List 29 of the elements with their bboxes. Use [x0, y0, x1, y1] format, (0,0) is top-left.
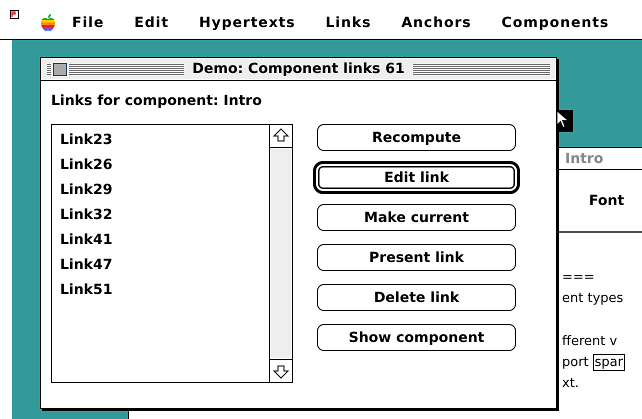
- text-line: fferent v: [562, 334, 618, 349]
- text-line: ent types: [562, 291, 624, 306]
- list-item[interactable]: Link26: [60, 153, 261, 178]
- dialog-button[interactable]: Present link: [317, 244, 516, 271]
- dialog-button[interactable]: Make current: [317, 204, 516, 231]
- menu-item[interactable]: Components: [502, 14, 610, 30]
- dialog-button[interactable]: Show component: [317, 324, 516, 351]
- window-title: Intro: [565, 150, 604, 166]
- menu-item[interactable]: Links: [325, 14, 372, 30]
- menu-item[interactable]: File: [72, 14, 104, 30]
- list-item[interactable]: Link41: [60, 228, 261, 253]
- dialog-button[interactable]: Recompute: [317, 124, 516, 151]
- column-header: Font: [588, 192, 624, 208]
- boxed-text: spar: [592, 354, 625, 371]
- list-item[interactable]: Link32: [60, 203, 261, 228]
- list-item[interactable]: Link51: [60, 278, 261, 303]
- dialog-button[interactable]: Edit link: [313, 161, 520, 194]
- window-title: Demo: Component links 61: [192, 61, 405, 77]
- list-item[interactable]: Link29: [60, 178, 261, 203]
- menu-item[interactable]: Edit: [134, 14, 169, 30]
- list-item[interactable]: Link47: [60, 253, 261, 278]
- dialog-button[interactable]: Delete link: [317, 284, 516, 311]
- menu-item[interactable]: Anchors: [401, 14, 472, 30]
- text-line: ===: [562, 270, 595, 285]
- text-line: port: [562, 355, 589, 370]
- text-line: xt.: [562, 376, 579, 391]
- menu-item[interactable]: Hypertexts: [198, 14, 296, 30]
- list-item[interactable]: Link23: [60, 128, 261, 153]
- dialog-heading: Links for component: Intro: [50, 92, 263, 111]
